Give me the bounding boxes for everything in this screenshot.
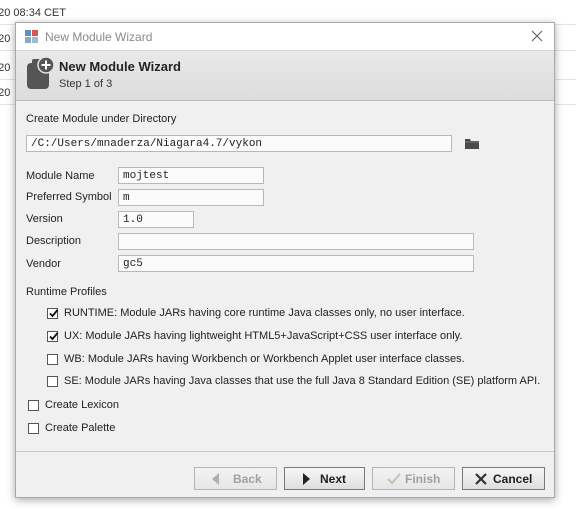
checkbox-unchecked[interactable] (47, 376, 58, 387)
preferred-symbol-field[interactable] (118, 189, 264, 206)
module-name-label: Module Name (26, 170, 95, 182)
finish-button[interactable]: Finish (372, 467, 455, 490)
wb-checkbox-label: WB: Module JARs having Workbench or Work… (64, 353, 465, 365)
vendor-label: Vendor (26, 258, 61, 270)
directory-label: Create Module under Directory (26, 113, 177, 125)
wizard-title: New Module Wizard (59, 59, 181, 74)
arrow-left-icon (212, 473, 219, 485)
wizard-footer: Back Next Finish Cancel (16, 451, 554, 497)
wizard-header: New Module Wizard Step 1 of 3 (16, 51, 554, 101)
cancel-x-icon (475, 473, 487, 485)
version-label: Version (26, 213, 63, 225)
create-palette-label: Create Palette (45, 422, 116, 434)
checkbox-unchecked[interactable] (28, 400, 39, 411)
se-checkbox-label: SE: Module JARs having Java classes that… (64, 375, 541, 387)
checkbox-unchecked[interactable] (28, 423, 39, 434)
ux-checkbox-label: UX: Module JARs having lightweight HTML5… (64, 330, 463, 342)
wizard-step: Step 1 of 3 (59, 78, 113, 90)
version-field[interactable] (118, 211, 194, 228)
next-button-label: Next (320, 472, 347, 486)
check-icon (387, 473, 401, 485)
window-title: New Module Wizard (45, 30, 153, 44)
vendor-field[interactable] (118, 255, 474, 272)
cancel-button[interactable]: Cancel (462, 467, 545, 490)
arrow-right-icon (303, 473, 310, 485)
next-button[interactable]: Next (284, 467, 365, 490)
checkbox-unchecked[interactable] (47, 354, 58, 365)
module-name-field[interactable] (118, 167, 264, 184)
directory-field[interactable] (26, 135, 452, 152)
finish-button-label: Finish (405, 472, 441, 486)
module-jar-add-icon (27, 56, 55, 89)
back-button[interactable]: Back (194, 467, 277, 490)
checkbox-checked[interactable] (47, 331, 59, 342)
folder-icon[interactable] (464, 136, 480, 150)
back-button-label: Back (233, 472, 262, 486)
close-icon[interactable] (528, 27, 546, 45)
description-label: Description (26, 235, 82, 247)
checkbox-checked[interactable] (47, 308, 59, 319)
dialog-titlebar: New Module Wizard (16, 23, 554, 51)
runtime-profiles-label: Runtime Profiles (26, 286, 107, 298)
create-lexicon-label: Create Lexicon (45, 399, 119, 411)
runtime-checkbox-label: RUNTIME: Module JARs having core runtime… (64, 307, 465, 319)
niagara-app-icon (25, 30, 38, 43)
cancel-button-label: Cancel (493, 472, 533, 486)
preferred-symbol-label: Preferred Symbol (26, 191, 112, 203)
new-module-wizard-dialog: New Module Wizard New Module Wizard Step… (15, 22, 555, 498)
description-field[interactable] (118, 233, 474, 250)
